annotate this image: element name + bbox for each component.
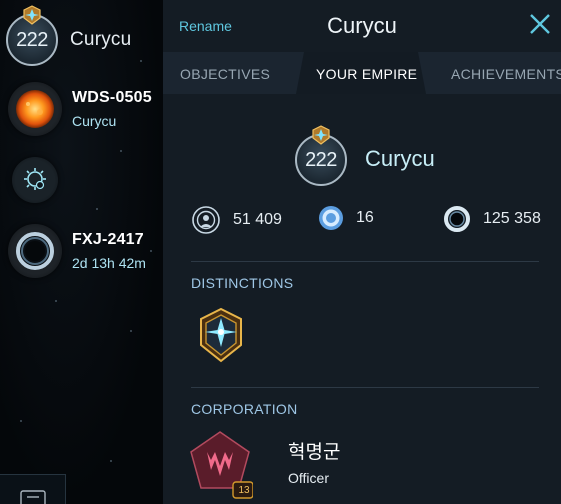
distinctions-heading: DISTINCTIONS [191,275,294,291]
wormhole-portal-icon [8,224,62,278]
credits-icon [319,206,343,230]
rank-crest-icon [23,5,41,25]
star-crest-icon[interactable] [196,307,246,363]
tab-bar: OBJECTIVES YOUR EMPIRE ACHIEVEMENTS [163,52,561,94]
background-star [120,150,122,152]
sidebar-item-settings[interactable] [0,157,163,203]
tab-your-empire[interactable]: YOUR EMPIRE [316,52,417,94]
panel-title: Curycu [327,13,397,38]
stat-credits-value: 16 [356,209,374,226]
background-star [20,420,22,422]
background-star [110,460,112,462]
tab-objectives[interactable]: OBJECTIVES [180,52,270,94]
rank-crest-icon [312,125,330,145]
settings-gear-icon [12,157,58,203]
divider [191,387,539,388]
antimatter-ring-icon [444,206,470,232]
corporation-role: Officer [288,470,329,486]
background-star [96,208,98,210]
corporation-name: 혁명군 [288,442,341,463]
background-star [130,330,132,332]
player-level: 222 [16,28,48,51]
stat-antimatter-value: 125 358 [483,210,541,227]
player-level-badge: 222 [6,5,58,66]
sidebar-item-subtitle: Curycu [72,113,117,129]
player-name: Curycu [70,29,132,50]
close-icon[interactable] [527,11,553,37]
menu-icon [19,490,46,504]
sidebar-item-wds-0505[interactable]: WDS-0505 Curycu [0,82,163,136]
stat-credits: 16 [318,205,374,231]
sun-planet-icon [8,82,62,136]
panel-header: Rename Curycu [163,0,561,52]
empire-level: 222 [305,148,337,171]
corporation-level-badge: 13 [238,485,250,496]
empire-level-badge: 222 [295,125,347,186]
sidebar-item-timer: 2d 13h 42m [72,255,146,271]
corporation-heading: CORPORATION [191,401,298,417]
sidebar-item-title: FXJ-2417 [72,231,144,248]
divider [191,261,539,262]
sidebar: 222 Curycu WDS-0505 Curycu FXJ-2417 2d 1… [0,0,163,504]
player-profile-button[interactable]: 222 Curycu [0,5,163,66]
stat-influence-value: 51 409 [233,211,282,228]
tab-achievements[interactable]: ACHIEVEMENTS [451,52,561,94]
background-star [55,300,57,302]
empire-panel: Rename Curycu OBJECTIVES YOUR EMPIRE ACH… [163,0,561,504]
sidebar-item-fxj-2417[interactable]: FXJ-2417 2d 13h 42m [0,224,163,278]
stat-antimatter: 125 358 [443,205,541,233]
menu-button[interactable] [0,474,66,504]
sidebar-item-title: WDS-0505 [72,89,152,106]
influence-icon [192,206,220,234]
stat-influence: 51 409 [191,205,282,235]
empire-name: Curycu [365,146,435,171]
